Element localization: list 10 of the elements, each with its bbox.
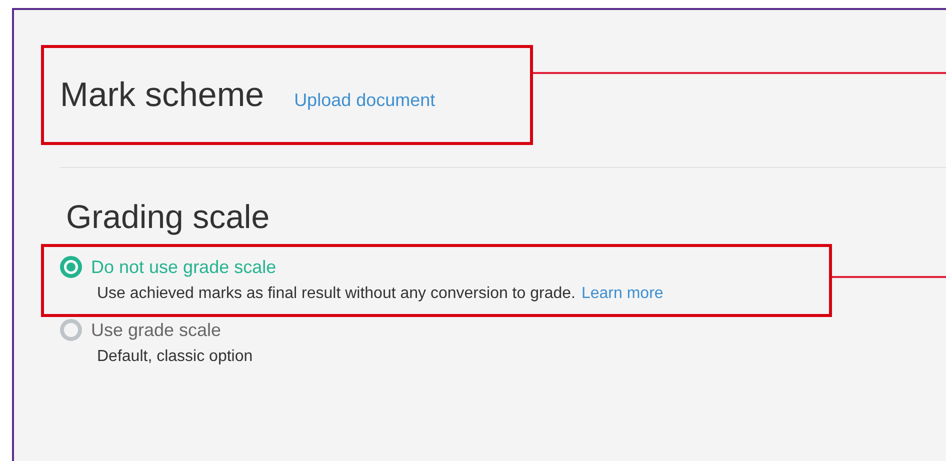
upload-link[interactable]: Upload document: [294, 90, 436, 110]
option-label[interactable]: Use grade scale: [91, 320, 222, 340]
option-description: Default, classic option: [97, 348, 253, 366]
section-title: Mark scheme: [60, 76, 264, 114]
option-description: Use achieved marks as final result without any conversion to grade.: [97, 285, 576, 303]
radio-button[interactable]: [60, 256, 82, 278]
radio-button[interactable]: [60, 319, 82, 341]
option-label[interactable]: Do not use grade scale: [91, 256, 276, 278]
section-title: Grading scale: [66, 198, 271, 236]
learn-more-link[interactable]: Learn more: [581, 285, 664, 303]
